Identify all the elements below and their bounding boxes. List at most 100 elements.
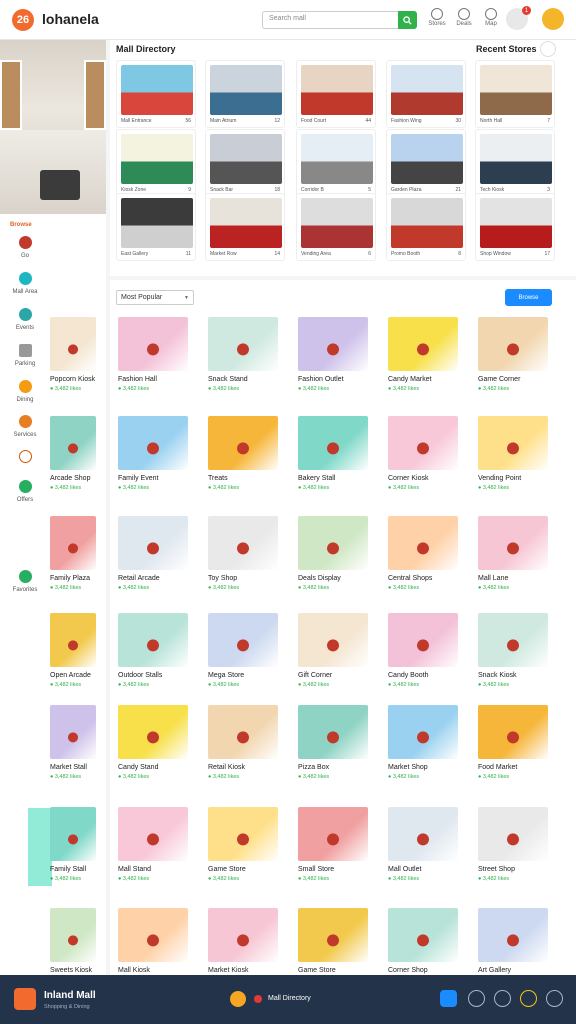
catalog-card[interactable]: Corner Shop — [388, 908, 474, 977]
user-icon[interactable] — [546, 990, 563, 1007]
catalog-card[interactable]: Corner Kiosk ● 3,482 likes — [388, 416, 474, 491]
featured-card[interactable]: Food Court 44 — [296, 60, 376, 128]
top-icon-deals[interactable]: Deals — [450, 8, 478, 32]
chat-icon[interactable] — [440, 990, 457, 1007]
sidebar-item-go[interactable]: Go — [0, 236, 50, 276]
catalog-card[interactable]: Market Shop ● 3,482 likes — [388, 705, 474, 780]
catalog-thumbnail — [208, 516, 278, 570]
featured-card[interactable]: Fashion Wing 30 — [386, 60, 466, 128]
settings-icon[interactable] — [494, 990, 511, 1007]
featured-card[interactable]: Tech Kiosk 3 — [475, 129, 555, 197]
catalog-card[interactable]: Mall Stand ● 3,482 likes — [118, 807, 204, 882]
featured-card[interactable]: North Hall 7 — [475, 60, 555, 128]
catalog-card[interactable]: Treats ● 3,482 likes — [208, 416, 294, 491]
catalog-card[interactable]: Arcade Shop ● 3,482 likes — [50, 416, 98, 491]
catalog-card[interactable]: Toy Shop ● 3,482 likes — [208, 516, 294, 591]
sidebar-item-services[interactable]: Services — [0, 415, 50, 455]
top-icon-map[interactable]: Map — [477, 8, 505, 32]
app-logo[interactable]: 26 — [12, 9, 34, 31]
catalog-likes: ● 3,482 likes — [478, 876, 510, 882]
catalog-card[interactable]: Bakery Stall ● 3,482 likes — [298, 416, 384, 491]
sort-select[interactable]: Most Popular — [116, 290, 194, 305]
catalog-card[interactable]: Vending Point ● 3,482 likes — [478, 416, 564, 491]
catalog-card[interactable]: Game Store — [298, 908, 384, 977]
catalog-title: Mall Kiosk — [118, 967, 150, 974]
catalog-card[interactable]: Food Market ● 3,482 likes — [478, 705, 564, 780]
footer-center-link[interactable]: Mall Directory — [268, 995, 311, 1002]
catalog-likes: ● 3,482 likes — [478, 485, 510, 491]
catalog-card[interactable]: Mega Store ● 3,482 likes — [208, 613, 294, 688]
catalog-title: Deals Display — [298, 575, 341, 582]
search-button[interactable] — [398, 11, 417, 29]
catalog-card[interactable]: Street Shop ● 3,482 likes — [478, 807, 564, 882]
featured-card[interactable]: Garden Plaza 21 — [386, 129, 466, 197]
featured-thumbnail — [210, 198, 282, 248]
browse-button[interactable]: Browse — [505, 289, 552, 306]
catalog-card[interactable]: Game Corner ● 3,482 likes — [478, 317, 564, 392]
home-icon[interactable] — [230, 991, 246, 1007]
catalog-card[interactable]: Sweets Kiosk — [50, 908, 98, 977]
catalog-card[interactable]: Candy Market ● 3,482 likes — [388, 317, 474, 392]
catalog-card[interactable]: Mall Kiosk — [118, 908, 204, 977]
featured-card[interactable]: Vending Area 6 — [296, 193, 376, 261]
featured-settings-button[interactable] — [540, 41, 556, 57]
featured-card[interactable]: Main Atrium 12 — [205, 60, 285, 128]
catalog-card[interactable]: Fashion Outlet ● 3,482 likes — [298, 317, 384, 392]
featured-card[interactable]: Promo Booth 8 — [386, 193, 466, 261]
featured-card[interactable]: Kiosk Zone 9 — [116, 129, 196, 197]
catalog-card[interactable]: Fashion Hall ● 3,482 likes — [118, 317, 204, 392]
catalog-likes: ● 3,482 likes — [50, 485, 82, 491]
catalog-card[interactable]: Mall Lane ● 3,482 likes — [478, 516, 564, 591]
search-input[interactable]: Search mall — [262, 11, 400, 29]
catalog-card[interactable]: Small Store ● 3,482 likes — [298, 807, 384, 882]
catalog-card[interactable]: Popcorn Kiosk ● 3,482 likes — [50, 317, 98, 392]
catalog-card[interactable]: Pizza Box ● 3,482 likes — [298, 705, 384, 780]
catalog-card[interactable]: Candy Booth ● 3,482 likes — [388, 613, 474, 688]
catalog-card[interactable]: Game Store ● 3,482 likes — [208, 807, 294, 882]
catalog-likes: ● 3,482 likes — [208, 386, 240, 392]
sidebar-scroll-handle[interactable] — [28, 808, 52, 886]
sidebar-item-mall-area[interactable]: Mall Area — [0, 272, 50, 312]
catalog-card[interactable]: Retail Arcade ● 3,482 likes — [118, 516, 204, 591]
catalog-card[interactable]: Central Shops ● 3,482 likes — [388, 516, 474, 591]
top-icon-stores[interactable]: Stores — [423, 8, 451, 32]
star-icon[interactable] — [520, 990, 537, 1007]
catalog-card[interactable]: Outdoor Stalls ● 3,482 likes — [118, 613, 204, 688]
profile-avatar[interactable] — [542, 8, 564, 30]
sidebar-item-dining[interactable]: Dining — [0, 380, 50, 420]
catalog-card[interactable]: Family Stall ● 3,482 likes — [50, 807, 98, 882]
featured-card[interactable]: Market Row 14 — [205, 193, 285, 261]
catalog-card[interactable]: Snack Stand ● 3,482 likes — [208, 317, 294, 392]
sidebar-hero-image — [0, 40, 106, 214]
featured-card[interactable]: Corridor B5 — [296, 129, 376, 197]
featured-thumbnail — [121, 65, 193, 115]
catalog-card[interactable]: Retail Kiosk ● 3,482 likes — [208, 705, 294, 780]
sidebar-item-parking[interactable]: Parking — [0, 344, 50, 384]
sidebar-item-offers[interactable]: Offers — [0, 480, 50, 520]
featured-card[interactable]: Mall Entrance 56 — [116, 60, 196, 128]
catalog-card[interactable]: Market Stall ● 3,482 likes — [50, 705, 98, 780]
catalog-card[interactable]: Art Gallery — [478, 908, 564, 977]
catalog-card[interactable]: Candy Stand ● 3,482 likes — [118, 705, 204, 780]
featured-card[interactable]: East Gallery 11 — [116, 193, 196, 261]
catalog-thumbnail — [50, 613, 96, 667]
catalog-card[interactable]: Open Arcade ● 3,482 likes — [50, 613, 98, 688]
catalog-card[interactable]: Mall Outlet ● 3,482 likes — [388, 807, 474, 882]
catalog-likes: ● 3,482 likes — [478, 682, 510, 688]
catalog-card[interactable]: Deals Display ● 3,482 likes — [298, 516, 384, 591]
featured-card[interactable]: Shop Window 17 — [475, 193, 555, 261]
featured-card[interactable]: Snack Bar 18 — [205, 129, 285, 197]
sidebar-item-favorites[interactable]: Favorites — [0, 570, 50, 610]
help-icon[interactable] — [468, 990, 485, 1007]
catalog-card[interactable]: Family Plaza ● 3,482 likes — [50, 516, 98, 591]
sidebar-item-events[interactable]: Events — [0, 308, 50, 348]
catalog-likes: ● 3,482 likes — [388, 876, 420, 882]
catalog-thumbnail — [50, 807, 96, 861]
catalog-card[interactable]: Snack Kiosk ● 3,482 likes — [478, 613, 564, 688]
catalog-thumbnail — [388, 613, 458, 667]
catalog-card[interactable]: Family Event ● 3,482 likes — [118, 416, 204, 491]
footer-logo[interactable] — [14, 988, 36, 1010]
catalog-card[interactable]: Gift Corner ● 3,482 likes — [298, 613, 384, 688]
check-icon — [18, 480, 32, 493]
catalog-card[interactable]: Market Kiosk — [208, 908, 294, 977]
